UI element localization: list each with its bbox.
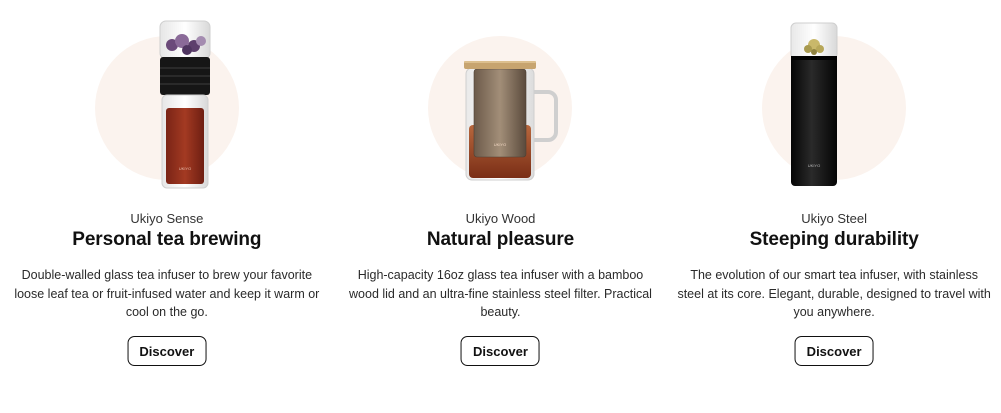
product-row: UKIYO Ukiyo Sense Personal tea brewing D… bbox=[0, 0, 1001, 413]
product-title: Natural pleasure bbox=[426, 229, 575, 250]
brand-mark: UKIYO bbox=[808, 163, 820, 168]
product-card-steel: UKIYO Ukiyo Steel Steeping durability Th… bbox=[667, 0, 1001, 413]
product-card-wood: UKIYO Ukiyo Wood Natural pleasure High-c… bbox=[334, 0, 668, 413]
brand-mark: UKIYO bbox=[179, 166, 191, 171]
brand-mark: UKIYO bbox=[493, 142, 505, 147]
product-media: UKIYO bbox=[0, 0, 334, 200]
product-subtitle: Ukiyo Steel bbox=[801, 211, 868, 226]
product-title: Steeping durability bbox=[749, 229, 919, 250]
discover-button-sense[interactable]: Discover bbox=[127, 336, 207, 366]
discover-button-steel[interactable]: Discover bbox=[794, 336, 874, 366]
product-media: UKIYO bbox=[334, 0, 668, 200]
product-description: High-capacity 16oz glass tea infuser wit… bbox=[349, 268, 652, 319]
product-subtitle: Ukiyo Sense bbox=[130, 211, 204, 226]
discover-button-wood[interactable]: Discover bbox=[461, 336, 540, 366]
product-title: Personal tea brewing bbox=[72, 229, 262, 250]
steel-tea-bottle-icon: UKIYO bbox=[790, 22, 838, 186]
glass-tea-bottle-icon: UKIYO bbox=[159, 20, 211, 189]
product-card-sense: UKIYO Ukiyo Sense Personal tea brewing D… bbox=[0, 0, 334, 413]
product-subtitle: Ukiyo Wood bbox=[465, 211, 536, 226]
product-media: UKIYO bbox=[667, 0, 1001, 200]
product-description: Double-walled glass tea infuser to brew … bbox=[14, 268, 320, 319]
product-description: The evolution of our smart tea infuser, … bbox=[677, 268, 991, 319]
glass-tea-mug-icon: UKIYO bbox=[463, 61, 558, 181]
